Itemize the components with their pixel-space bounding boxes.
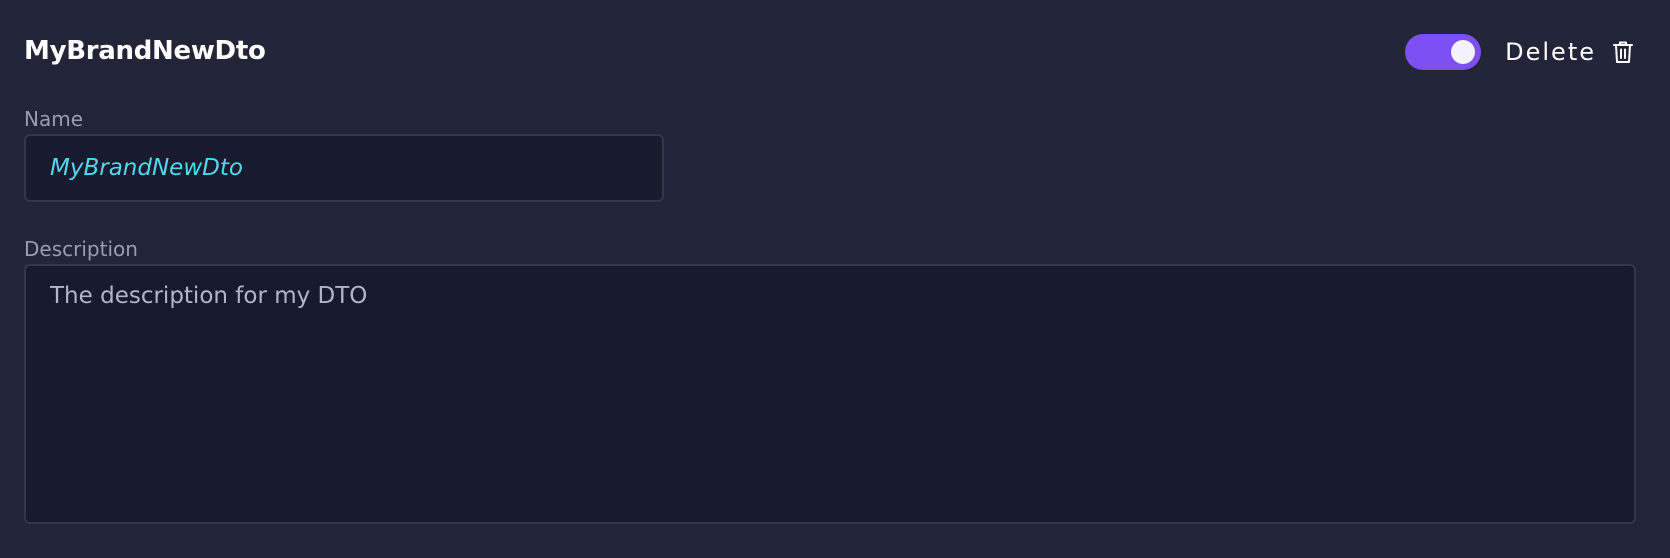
delete-label: Delete (1505, 38, 1596, 66)
header-actions: Delete (1405, 34, 1634, 70)
description-label: Description (24, 237, 138, 261)
delete-button[interactable]: Delete (1505, 38, 1634, 66)
toggle-knob (1451, 40, 1476, 64)
name-label: Name (24, 107, 84, 131)
name-input[interactable] (24, 134, 664, 202)
description-textarea[interactable]: The description for my DTO (24, 264, 1636, 524)
trash-icon (1612, 40, 1634, 64)
editor-header: MyBrandNewDto Delete (24, 30, 1634, 74)
dto-title: MyBrandNewDto (24, 36, 266, 66)
enabled-toggle[interactable] (1405, 34, 1482, 70)
